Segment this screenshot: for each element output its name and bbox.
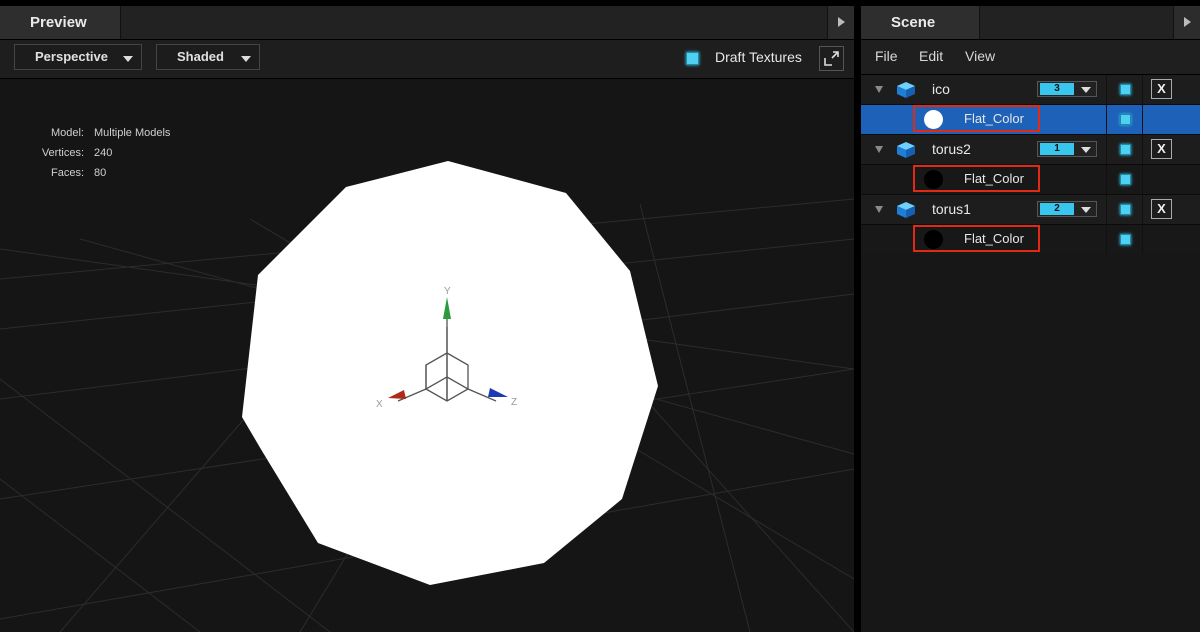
visibility-checkbox[interactable] <box>1120 174 1131 185</box>
preview-toolbar: Perspective Shaded Draft Textures <box>0 40 854 79</box>
visibility-checkbox[interactable] <box>1120 144 1131 155</box>
visibility-checkbox[interactable] <box>1120 234 1131 245</box>
preview-tab[interactable]: Preview <box>0 6 121 39</box>
expand-triangle-icon[interactable] <box>875 86 883 93</box>
preview-panel: Preview Perspective Shaded Draft Texture… <box>0 6 854 632</box>
shading-dropdown-label: Shaded <box>177 49 224 64</box>
instance-count: 1 <box>1040 143 1074 155</box>
chevron-down-icon <box>1081 207 1091 213</box>
cube-icon <box>897 202 915 218</box>
visibility-checkbox[interactable] <box>1120 204 1131 215</box>
y-axis-label: Y <box>444 286 451 297</box>
material-row[interactable]: Flat_Color <box>861 105 1200 135</box>
scene-header: Scene <box>861 6 1200 40</box>
chevron-down-icon <box>241 56 251 62</box>
model-label: Model: <box>50 127 84 139</box>
material-highlight: Flat_Color <box>913 165 1040 192</box>
tree-node-ico[interactable]: ico 3 X <box>861 75 1200 105</box>
instance-count-dropdown[interactable]: 2 <box>1037 201 1097 217</box>
delete-button[interactable]: X <box>1151 79 1172 99</box>
tree-node-torus1[interactable]: torus1 2 X <box>861 195 1200 225</box>
material-swatch <box>924 110 943 129</box>
scene-menubar: File Edit View <box>861 40 1200 75</box>
material-name: Flat_Color <box>964 171 1024 186</box>
z-axis-label: Z <box>511 397 517 408</box>
node-name: ico <box>932 81 950 97</box>
collapse-arrow-icon[interactable] <box>1173 6 1200 39</box>
menu-edit[interactable]: Edit <box>919 48 943 64</box>
projection-dropdown-label: Perspective <box>35 49 108 64</box>
instance-count: 3 <box>1040 83 1074 95</box>
expand-viewport-button[interactable] <box>819 46 844 71</box>
delete-button[interactable]: X <box>1151 199 1172 219</box>
scene-empty-area <box>861 254 1200 632</box>
scene-panel: Scene File Edit View ico 3 X Flat_Color … <box>861 6 1200 632</box>
chevron-down-icon <box>1081 147 1091 153</box>
faces-value: 80 <box>94 167 107 179</box>
delete-button[interactable]: X <box>1151 139 1172 159</box>
material-swatch <box>924 230 943 249</box>
draft-textures-label: Draft Textures <box>715 49 802 65</box>
preview-header: Preview <box>0 6 854 40</box>
expand-triangle-icon[interactable] <box>875 206 883 213</box>
model-stats: Model: Multiple Models Vertices: 240 Faces… <box>28 123 171 183</box>
instance-count-dropdown[interactable]: 1 <box>1037 141 1097 157</box>
expand-triangle-icon[interactable] <box>875 146 883 153</box>
menu-file[interactable]: File <box>875 48 898 64</box>
instance-count: 2 <box>1040 203 1074 215</box>
draft-textures-checkbox[interactable] <box>686 52 699 65</box>
chevron-down-icon <box>123 56 133 62</box>
material-highlight: Flat_Color <box>913 225 1040 252</box>
visibility-checkbox[interactable] <box>1120 114 1131 125</box>
projection-dropdown[interactable]: Perspective <box>14 44 142 70</box>
scene-tab[interactable]: Scene <box>861 6 980 39</box>
material-highlight: Flat_Color <box>913 105 1040 132</box>
cube-icon <box>897 142 915 158</box>
material-row[interactable]: Flat_Color <box>861 225 1200 255</box>
collapse-arrow-icon[interactable] <box>827 6 854 39</box>
instance-count-dropdown[interactable]: 3 <box>1037 81 1097 97</box>
shading-dropdown[interactable]: Shaded <box>156 44 260 70</box>
3d-viewport[interactable]: Y X Z Model: Multiple Models Vertices: 240… <box>0 79 854 632</box>
visibility-checkbox[interactable] <box>1120 84 1131 95</box>
material-row[interactable]: Flat_Color <box>861 165 1200 195</box>
material-name: Flat_Color <box>964 111 1024 126</box>
model-mesh <box>242 161 658 585</box>
material-name: Flat_Color <box>964 231 1024 246</box>
expand-icon <box>824 51 839 66</box>
vertices-value: 240 <box>94 147 113 159</box>
tree-node-torus2[interactable]: torus2 1 X <box>861 135 1200 165</box>
x-axis-label: X <box>376 399 383 410</box>
node-name: torus2 <box>932 141 971 157</box>
material-swatch <box>924 170 943 189</box>
scene-tree: ico 3 X Flat_Color torus2 1 X Flat_Color… <box>861 75 1200 255</box>
vertices-label: Vertices: <box>41 147 84 159</box>
faces-label: Faces: <box>50 167 84 179</box>
panel-divider[interactable] <box>854 6 861 632</box>
menu-view[interactable]: View <box>965 48 995 64</box>
node-name: torus1 <box>932 201 971 217</box>
chevron-down-icon <box>1081 87 1091 93</box>
model-value: Multiple Models <box>94 127 171 139</box>
cube-icon <box>897 82 915 98</box>
